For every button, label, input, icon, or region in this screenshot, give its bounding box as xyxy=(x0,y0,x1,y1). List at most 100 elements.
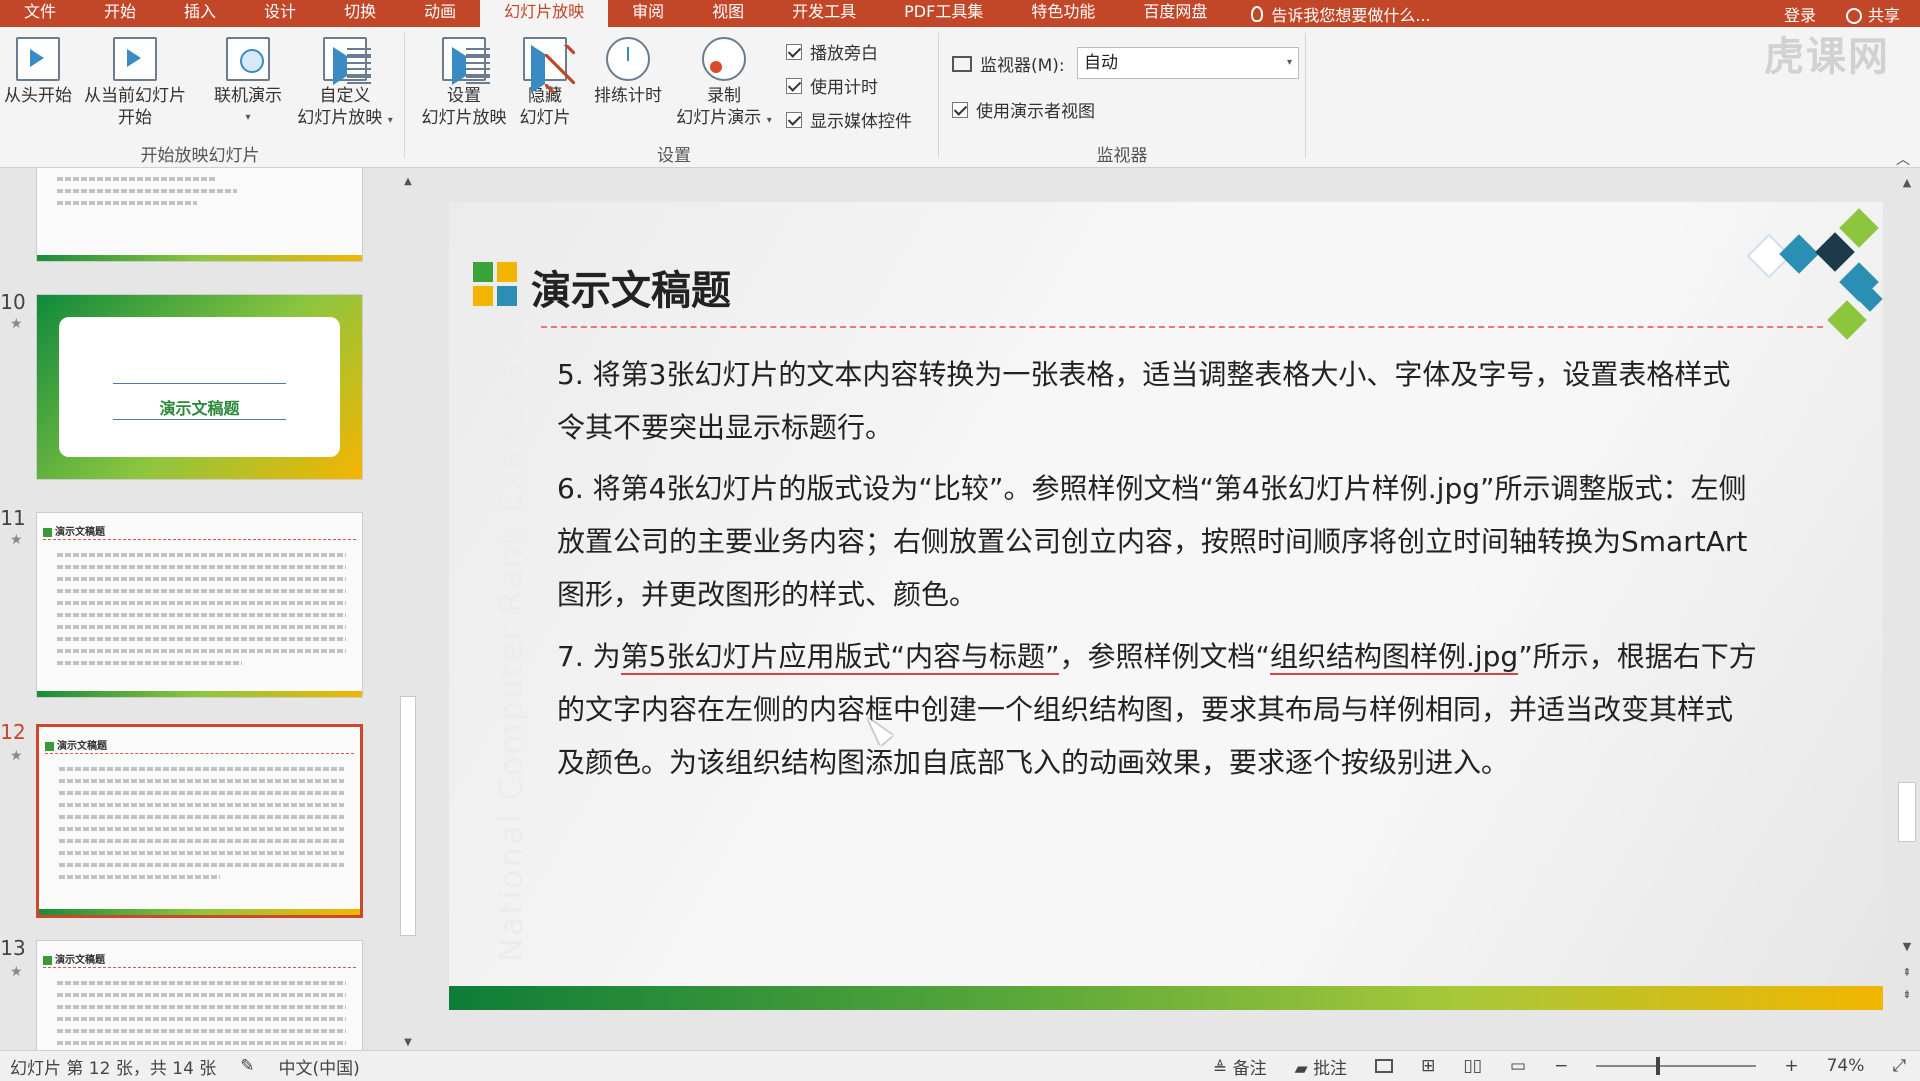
from-current-label-1: 从当前幻灯片 xyxy=(84,86,186,106)
tab-view[interactable]: 视图 xyxy=(688,0,768,27)
play-narrations-checkbox[interactable]: 播放旁白 xyxy=(786,39,878,64)
present-online-button[interactable]: 联机演示 ▾ xyxy=(206,37,290,129)
item-5: 5. 将第3张幻灯片的文本内容转换为一张表格，适当调整表格大小、字体及字号，设置… xyxy=(557,348,1819,454)
star-icon: ★ xyxy=(10,748,23,764)
rehearse-timings-button[interactable]: 排练计时 xyxy=(586,37,670,107)
star-icon: ★ xyxy=(10,964,23,980)
slide-thumbnail-13[interactable]: 演示文稿题 xyxy=(36,940,363,1050)
zoom-slider[interactable] xyxy=(1596,1057,1757,1075)
zoom-in-icon[interactable]: + xyxy=(1784,1056,1798,1076)
globe-icon xyxy=(226,37,270,81)
from-current-label-2: 开始 xyxy=(118,108,152,128)
next-slide-icon[interactable]: ⇟ xyxy=(1894,988,1920,1001)
tab-design[interactable]: 设计 xyxy=(240,0,320,27)
tab-special-features[interactable]: 特色功能 xyxy=(1007,0,1119,27)
group-separator xyxy=(1305,33,1306,158)
tab-insert[interactable]: 插入 xyxy=(160,0,240,27)
reading-view-icon[interactable]: ▯▯ xyxy=(1463,1056,1482,1076)
zoom-level[interactable]: 74% xyxy=(1827,1056,1865,1076)
item-7-line-1: 7. 为第5张幻灯片应用版式“内容与标题”，参照样例文档“组织结构图样例.jpg… xyxy=(557,630,1819,683)
item-7-suffix: ”所示，根据右下方 xyxy=(1518,640,1757,673)
custom-slideshow-button[interactable]: 自定义 幻灯片放映 ▾ xyxy=(290,37,400,132)
record-label-2: 幻灯片演示 xyxy=(676,108,762,128)
decorative-diamonds xyxy=(1733,202,1883,362)
from-current-slide-button[interactable]: 从当前幻灯片 开始 xyxy=(80,37,190,129)
slide-bottom-bar xyxy=(449,986,1883,1010)
scroll-up-icon[interactable]: ▲ xyxy=(398,176,418,187)
slide-thumbnail-10[interactable]: 演示文稿题 xyxy=(36,294,363,480)
scroll-down-icon[interactable]: ▼ xyxy=(398,1037,418,1048)
item-5-line-1: 5. 将第3张幻灯片的文本内容转换为一张表格，适当调整表格大小、字体及字号，设置… xyxy=(557,358,1731,391)
tab-animations[interactable]: 动画 xyxy=(400,0,480,27)
scrollbar-thumb[interactable] xyxy=(1898,782,1916,842)
ribbon: 从头开始 从当前幻灯片 开始 联机演示 ▾ 自定义 幻灯片放映 ▾ 开始放映幻灯… xyxy=(0,27,1920,168)
slide-thumbnail-11[interactable]: 演示文稿题 xyxy=(36,512,363,698)
tab-pdf-tools[interactable]: PDF工具集 xyxy=(880,0,1007,27)
scroll-down-icon[interactable]: ▼ xyxy=(1894,940,1920,953)
tab-file[interactable]: 文件 xyxy=(0,0,80,27)
spellcheck-icon[interactable]: ✎ xyxy=(240,1056,254,1076)
use-timings-label: 使用计时 xyxy=(810,78,878,98)
main-scrollbar[interactable]: ▲ ▼ ⇞ ⇟ xyxy=(1894,168,1920,1050)
from-beginning-button[interactable]: 从头开始 xyxy=(0,37,76,107)
setup-icon xyxy=(442,37,490,85)
monitor-icon xyxy=(952,55,972,72)
slide-thumbnail-panel: 10 ★ 演示文稿题 11 ★ 演示文稿题 12 ★ 演示文稿题 13 ★ 演示… xyxy=(0,168,410,1050)
tab-baidu-netdisk[interactable]: 百度网盘 xyxy=(1119,0,1231,27)
collapse-ribbon-icon[interactable]: ︿ xyxy=(1896,149,1910,169)
star-icon: ★ xyxy=(10,532,23,548)
use-timings-checkbox[interactable]: 使用计时 xyxy=(786,73,878,98)
tell-me-box[interactable]: 告诉我您想要做什么... xyxy=(1251,2,1431,26)
previous-slide-icon[interactable]: ⇞ xyxy=(1894,966,1920,979)
slide-number: 12 xyxy=(0,720,26,744)
slide-title: 演示文稿题 xyxy=(531,268,731,314)
presenter-view-checkbox[interactable]: 使用演示者视图 xyxy=(952,97,1095,122)
group-label-start: 开始放映幻灯片 xyxy=(140,146,260,166)
scrollbar-thumb[interactable] xyxy=(400,696,416,936)
group-label-monitor: 监视器 xyxy=(1096,146,1148,166)
zoom-slider-thumb[interactable] xyxy=(1656,1057,1661,1075)
chevron-down-icon: ▾ xyxy=(245,112,251,123)
show-media-controls-checkbox[interactable]: 显示媒体控件 xyxy=(786,107,912,132)
monitor-label-wrap: 监视器(M): xyxy=(952,51,1065,76)
monitor-select-value: 自动 xyxy=(1084,53,1118,73)
item-6: 6. 将第4张幻灯片的版式设为“比较”。参照样例文档“第4张幻灯片样例.jpg”… xyxy=(557,462,1819,621)
thumbnail-scrollbar[interactable]: ▲ ▼ xyxy=(398,176,418,1048)
zoom-out-icon[interactable]: − xyxy=(1554,1056,1568,1076)
tab-review[interactable]: 审阅 xyxy=(608,0,688,27)
tab-transitions[interactable]: 切换 xyxy=(320,0,400,27)
login-link[interactable]: 登录 xyxy=(1784,2,1816,26)
tab-home[interactable]: 开始 xyxy=(80,0,160,27)
slide-thumbnail-12[interactable]: 演示文稿题 xyxy=(36,724,363,918)
language-indicator[interactable]: 中文(中国) xyxy=(279,1054,360,1079)
notes-button[interactable]: ≜ 备注 xyxy=(1213,1054,1267,1079)
custom-label-1: 自定义 xyxy=(319,86,371,106)
tab-slideshow[interactable]: 幻灯片放映 xyxy=(480,0,609,27)
hide-label-2: 幻灯片 xyxy=(519,108,571,128)
item-7-underlined-2: 组织结构图样例.jpg xyxy=(1269,640,1519,675)
slide-sorter-icon[interactable]: ⊞ xyxy=(1421,1056,1435,1076)
thumbnail-title: 演示文稿题 xyxy=(57,741,107,752)
setup-label-1: 设置 xyxy=(447,86,481,106)
comments-button[interactable]: ▰ 批注 xyxy=(1295,1054,1347,1079)
setup-slideshow-button[interactable]: 设置 幻灯片放映 xyxy=(414,37,514,129)
item-7-line-2: 的文字内容在左侧的内容框中创建一个组织结构图，要求其布局与样例相同，并适当改变其… xyxy=(557,693,1734,726)
fit-to-window-icon[interactable]: ⤢ xyxy=(1892,1056,1906,1076)
item-7-prefix: 7. 为 xyxy=(557,640,621,673)
share-button[interactable]: 共享 xyxy=(1845,2,1900,26)
slideshow-view-icon[interactable]: ▭ xyxy=(1510,1056,1526,1076)
item-6-line-1: 6. 将第4张幻灯片的版式设为“比较”。参照样例文档“第4张幻灯片样例.jpg”… xyxy=(557,472,1747,505)
scroll-up-icon[interactable]: ▲ xyxy=(1894,176,1920,189)
rehearse-label: 排练计时 xyxy=(594,86,662,106)
tab-developer[interactable]: 开发工具 xyxy=(768,0,880,27)
monitor-select[interactable]: 自动 ▾ xyxy=(1077,47,1299,79)
hide-slide-button[interactable]: 隐藏 幻灯片 xyxy=(516,37,575,129)
item-7-line-3: 及颜色。为该组织结构图添加自底部飞入的动画效果，要求逐个按级别进入。 xyxy=(557,746,1510,779)
group-label-setup: 设置 xyxy=(657,146,691,166)
slide-canvas[interactable]: National Computer Rank Examination 演示文稿题… xyxy=(449,202,1883,1010)
record-slideshow-button[interactable]: 录制 幻灯片演示 ▾ xyxy=(668,37,780,132)
notes-label: 备注 xyxy=(1232,1058,1267,1079)
slide-thumbnail-9[interactable] xyxy=(36,168,363,262)
normal-view-icon[interactable] xyxy=(1375,1059,1394,1073)
item-5-line-2: 令其不要突出显示标题行。 xyxy=(557,411,894,444)
